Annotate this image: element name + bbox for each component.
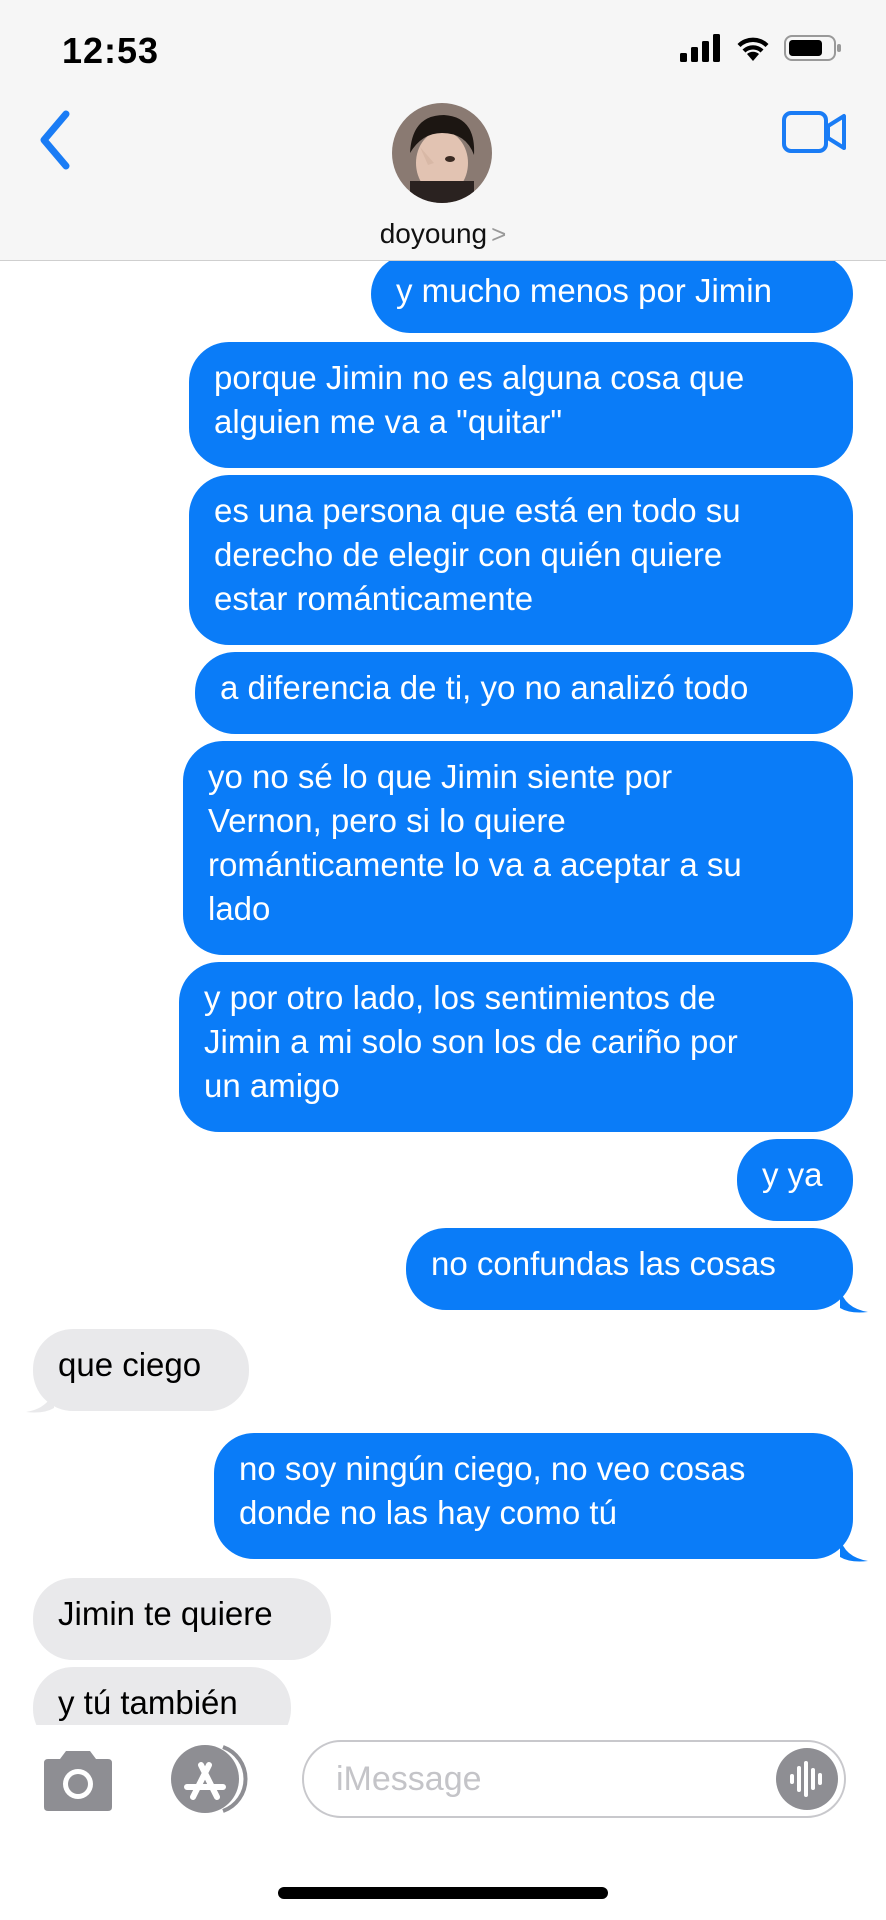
chevron-right-icon: > — [491, 219, 507, 249]
signal-icon — [680, 34, 720, 62]
app-store-icon[interactable] — [165, 1743, 257, 1815]
message-bubble-sent[interactable]: y por otro lado, los sentimientos de Jim… — [179, 962, 853, 1132]
message-bubble-sent[interactable]: no soy ningún ciego, no veo cosas donde … — [214, 1433, 853, 1559]
home-indicator[interactable] — [278, 1887, 608, 1899]
waveform-glyph — [790, 1761, 822, 1797]
message-bubble-received[interactable]: y tú también — [33, 1667, 291, 1725]
status-time: 12:53 — [62, 30, 160, 71]
bubble-tail-icon — [840, 1288, 868, 1313]
contact-name[interactable]: doyoung > — [0, 218, 886, 250]
message-bubble-sent[interactable]: es una persona que está en todo su derec… — [189, 475, 853, 645]
video-camera-icon[interactable] — [782, 110, 846, 154]
contact-avatar[interactable] — [392, 103, 492, 203]
message-bubble-received[interactable]: que ciego — [33, 1329, 249, 1411]
back-chevron-icon[interactable] — [36, 108, 76, 172]
message-bubble-sent[interactable]: porque Jimin no es alguna cosa que algui… — [189, 342, 853, 468]
message-thread[interactable]: y mucho menos por Jimin porque Jimin no … — [0, 261, 886, 1725]
message-bubble-sent[interactable]: y mucho menos por Jimin — [371, 261, 853, 333]
imessage-input[interactable]: iMessage — [302, 1740, 846, 1818]
conversation-header: 12:53 doyoung > — [0, 0, 886, 261]
message-bubble-sent[interactable]: a diferencia de ti, yo no analizó todo — [195, 652, 853, 734]
battery-icon — [784, 35, 841, 61]
message-bubble-sent[interactable]: yo no sé lo que Jimin siente por Vernon,… — [183, 741, 853, 955]
message-bubble-received[interactable]: Jimin te quiere — [33, 1578, 331, 1660]
audio-waveform-icon[interactable] — [776, 1748, 838, 1810]
message-bubble-sent[interactable]: no confundas las cosas — [406, 1228, 853, 1310]
bubble-tail-icon — [26, 1388, 54, 1413]
avatar-photo — [392, 103, 492, 203]
bubble-tail-icon — [840, 1537, 868, 1562]
message-bubble-sent[interactable]: y ya — [737, 1139, 853, 1221]
status-icons — [680, 34, 842, 62]
wifi-icon — [737, 37, 769, 61]
contact-name-label: doyoung — [379, 218, 488, 249]
imessage-placeholder: iMessage — [336, 1760, 482, 1798]
camera-icon[interactable] — [38, 1747, 118, 1813]
